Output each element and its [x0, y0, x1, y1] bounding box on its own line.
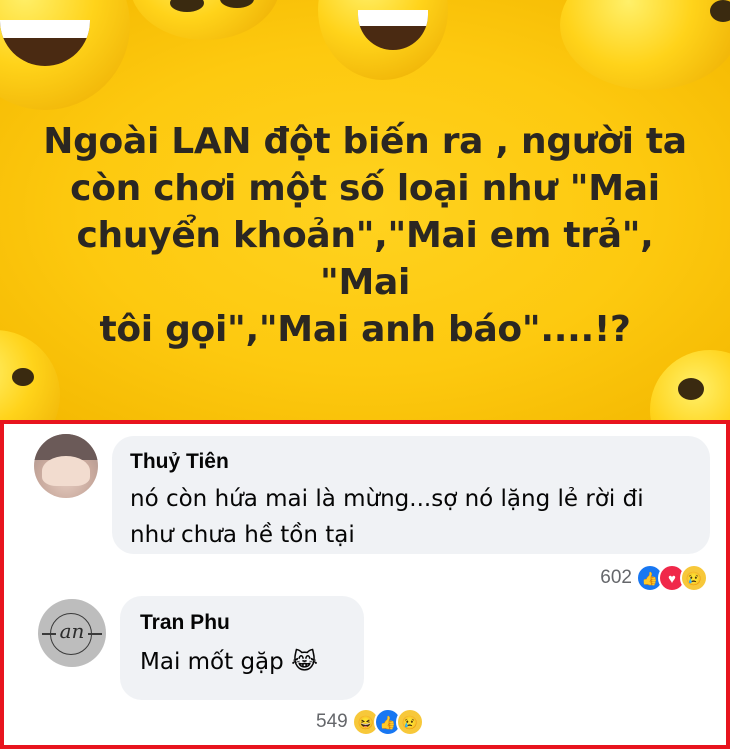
avatar-monogram: an [59, 619, 85, 643]
comment-text: Mai mốt gặp 😹 [140, 644, 344, 680]
comment-text-line: Mai mốt gặp [140, 649, 284, 675]
comment-text: nó còn hứa mai là mừng...sợ nó lặng lẻ r… [130, 481, 692, 553]
comment-author[interactable]: Thuỷ Tiên [130, 449, 692, 475]
meme-line: Ngoài LAN đột biến ra , người ta [43, 121, 687, 162]
comment-bubble: Thuỷ Tiên nó còn hứa mai là mừng...sợ nó… [112, 436, 710, 554]
meme-line: chuyển khoản","Mai em trả", "Mai [76, 215, 654, 303]
sad-icon: 😢 [680, 564, 708, 592]
reaction-summary[interactable]: 549 😆 👍 😢 [316, 708, 424, 736]
meme-caption: Ngoài LAN đột biến ra , người ta còn chơ… [40, 118, 690, 353]
comment-author[interactable]: Tran Phu [140, 610, 344, 636]
laughing-emoji-icon [650, 350, 730, 420]
reaction-count: 602 [600, 567, 632, 588]
laughing-emoji-icon [560, 0, 730, 90]
cat-joy-emoji-icon: 😹 [291, 649, 318, 675]
comment-bubble: Tran Phu Mai mốt gặp 😹 [120, 596, 364, 700]
laughing-emoji-icon [130, 0, 280, 40]
meme-image: Ngoài LAN đột biến ra , người ta còn chơ… [0, 0, 730, 420]
laughing-emoji-icon [0, 0, 130, 110]
sad-icon: 😢 [395, 708, 424, 736]
reaction-count: 549 [316, 711, 348, 732]
meme-line: còn chơi một số loại như "Mai [70, 168, 660, 209]
comment-text-line: như chưa hề tồn tại [130, 522, 355, 548]
avatar[interactable]: an [38, 599, 106, 667]
comments-section: Thuỷ Tiên nó còn hứa mai là mừng...sợ nó… [0, 420, 730, 749]
meme-line: tôi gọi","Mai anh báo"....!? [99, 309, 631, 350]
reaction-summary[interactable]: 602 👍 ♥ 😢 [600, 564, 708, 592]
comment-text-line: nó còn hứa mai là mừng...sợ nó lặng lẻ r… [130, 486, 644, 512]
avatar[interactable] [34, 434, 98, 498]
laughing-emoji-icon [318, 0, 448, 80]
